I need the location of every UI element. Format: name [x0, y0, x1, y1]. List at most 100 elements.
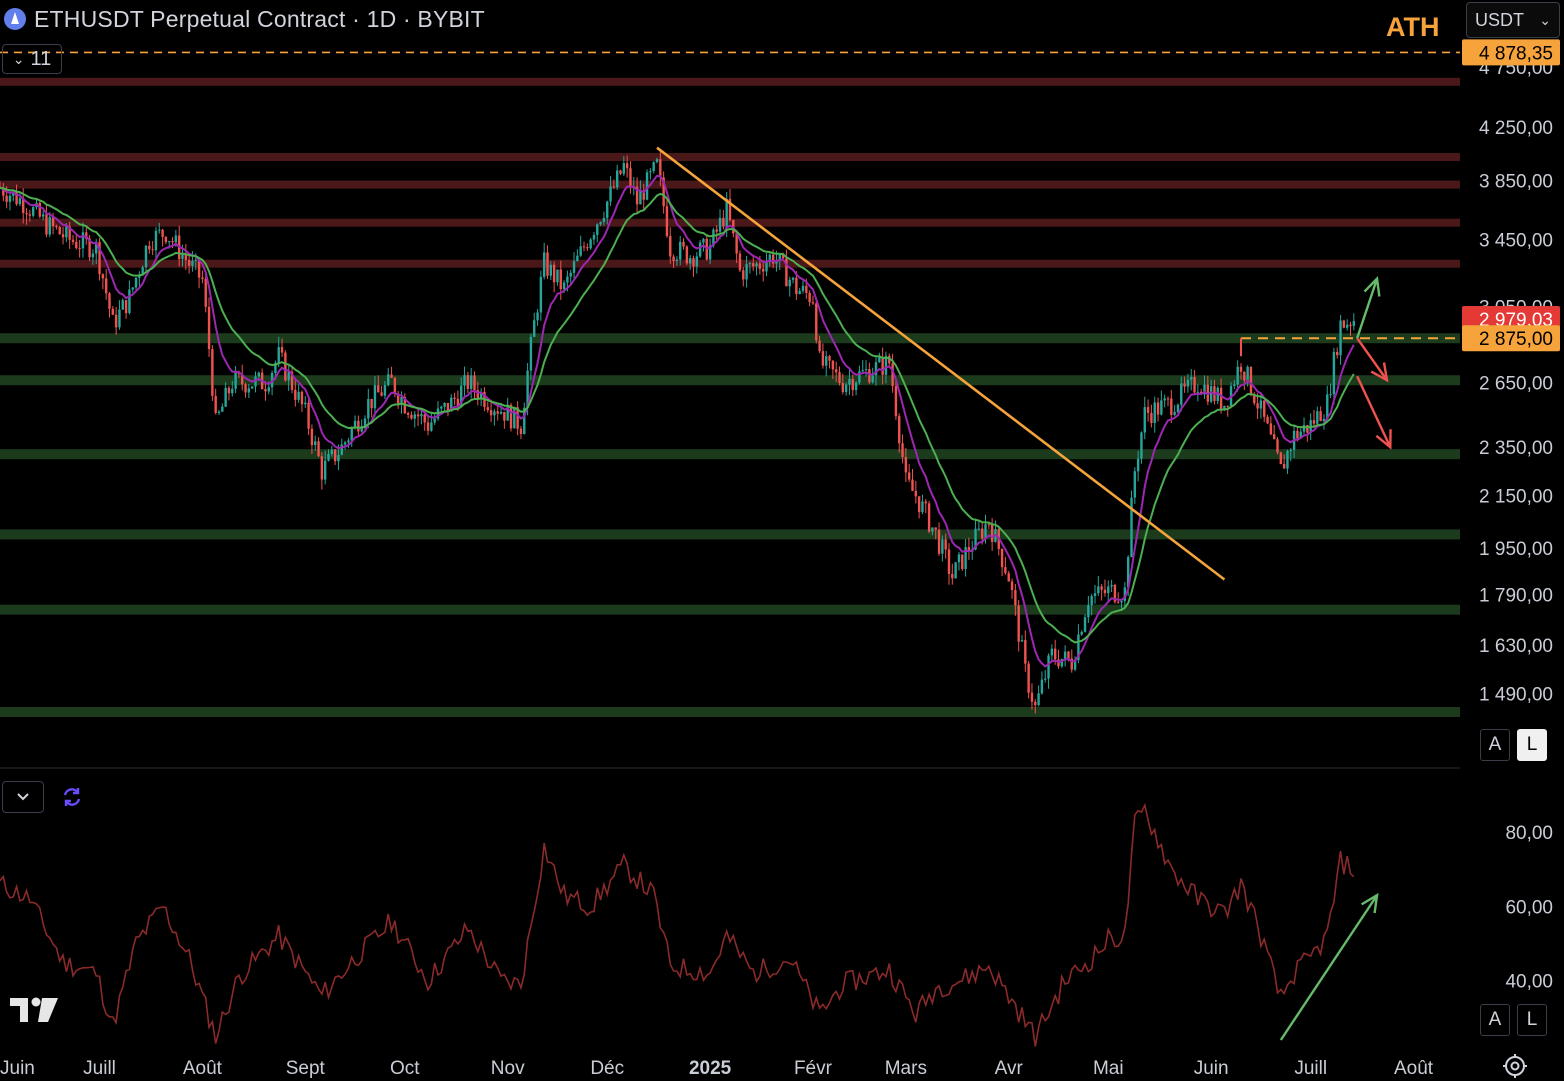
candle-body	[569, 272, 572, 277]
resistance-zone[interactable]	[0, 259, 1460, 268]
candle-body	[1239, 366, 1243, 372]
resistance-zone[interactable]	[0, 180, 1460, 189]
candle-body	[748, 263, 752, 265]
candle	[685, 245, 689, 266]
candle-body	[795, 277, 798, 294]
candle-body	[443, 402, 446, 407]
candle	[463, 366, 466, 396]
candle-body	[393, 377, 397, 394]
candle	[187, 254, 191, 274]
candle-body	[347, 440, 350, 443]
candle-body	[1286, 451, 1289, 469]
bearish-arrow[interactable]	[1356, 375, 1392, 450]
candle-body	[615, 170, 619, 188]
candle	[898, 413, 901, 453]
candle-body	[1345, 324, 1349, 328]
candle-body	[191, 260, 194, 266]
candle-body	[38, 202, 42, 217]
candle-body	[144, 245, 148, 268]
support-zone[interactable]	[0, 604, 1460, 615]
candle	[811, 295, 815, 305]
candle	[1345, 319, 1349, 331]
candle-body	[828, 356, 831, 361]
chevron-down-icon	[17, 793, 29, 801]
candle	[838, 366, 841, 386]
candle-body	[91, 253, 95, 258]
log-scale-button[interactable]: L	[1517, 729, 1547, 761]
time-tick-label: 2025	[689, 1058, 732, 1079]
candle-body	[1249, 366, 1253, 395]
candle-body	[851, 379, 854, 391]
candle	[1113, 583, 1117, 604]
support-zone[interactable]	[0, 449, 1460, 460]
candle-body	[861, 370, 864, 372]
candle	[367, 388, 370, 429]
rsi-line[interactable]	[0, 802, 1355, 1047]
refresh-icon[interactable]	[58, 783, 86, 811]
candle-body	[287, 371, 290, 381]
price-axis: 4 750,004 250,003 850,003 450,003 050,00…	[1462, 39, 1560, 706]
rsi-auto-scale-button[interactable]: A	[1480, 1004, 1510, 1036]
candle	[1352, 313, 1356, 331]
candle-body	[755, 263, 758, 267]
candle-body	[844, 384, 848, 393]
candle-body	[894, 386, 898, 417]
resistance-zone[interactable]	[0, 77, 1460, 86]
candle-body	[765, 261, 768, 272]
candle	[801, 280, 805, 294]
candle-body	[798, 290, 801, 294]
candle	[1040, 671, 1044, 695]
candle	[1263, 400, 1266, 423]
indicator-toggle[interactable]	[2, 781, 44, 813]
candle	[387, 367, 390, 387]
candle-body	[788, 279, 791, 287]
chart-canvas[interactable]: 4 750,004 250,003 850,003 450,003 050,00…	[0, 0, 1564, 1080]
currency-select[interactable]: USDT ⌄	[1466, 2, 1560, 38]
candle-body	[164, 236, 168, 243]
rsi-log-scale-button[interactable]: L	[1517, 1004, 1547, 1036]
candle-body	[1063, 651, 1067, 659]
candle-body	[489, 410, 493, 416]
candle	[1153, 396, 1156, 433]
candle-body	[848, 379, 851, 385]
auto-scale-button[interactable]: A	[1480, 729, 1510, 761]
candle	[1166, 396, 1170, 407]
bearish-arrow[interactable]	[1356, 337, 1389, 383]
candle-body	[416, 414, 420, 417]
time-tick-label: Juill	[83, 1058, 116, 1079]
candle	[947, 543, 951, 585]
time-tick-label: Juill	[1294, 1058, 1327, 1079]
candle	[207, 297, 211, 357]
tradingview-logo[interactable]	[8, 994, 60, 1026]
candle-body	[486, 407, 489, 411]
candle-body	[549, 264, 553, 276]
breakout-price-badge: 2 875,00	[1462, 325, 1560, 352]
support-zone[interactable]	[0, 529, 1460, 540]
candle	[815, 301, 818, 344]
candle-body	[1243, 371, 1246, 381]
candle-body	[194, 260, 197, 262]
interval-toggle[interactable]: ⌄ 11	[2, 44, 62, 74]
candle	[1107, 580, 1110, 601]
candle	[1143, 396, 1146, 440]
support-zone[interactable]	[0, 706, 1460, 717]
gear-icon[interactable]	[1500, 1051, 1530, 1081]
price-tick-label: 3 850,00	[1479, 171, 1553, 192]
symbol-header[interactable]: ETHUSDT Perpetual Contract · 1D · BYBIT	[4, 4, 485, 34]
resistance-zone[interactable]	[0, 153, 1460, 162]
candle	[370, 398, 373, 418]
candle-body	[1083, 617, 1087, 632]
candle-body	[211, 349, 214, 396]
candle	[987, 523, 991, 529]
candle	[808, 290, 811, 307]
candle-body	[539, 276, 543, 313]
candle-body	[592, 234, 596, 240]
bullish-arrow[interactable]	[1355, 276, 1381, 339]
candle-body	[576, 255, 579, 262]
candle-body	[151, 249, 154, 251]
candle	[917, 496, 921, 519]
time-tick-label: Sept	[286, 1058, 326, 1079]
candle-body	[108, 293, 111, 309]
price-tick-label: 4 250,00	[1479, 118, 1553, 139]
candle	[320, 452, 324, 490]
